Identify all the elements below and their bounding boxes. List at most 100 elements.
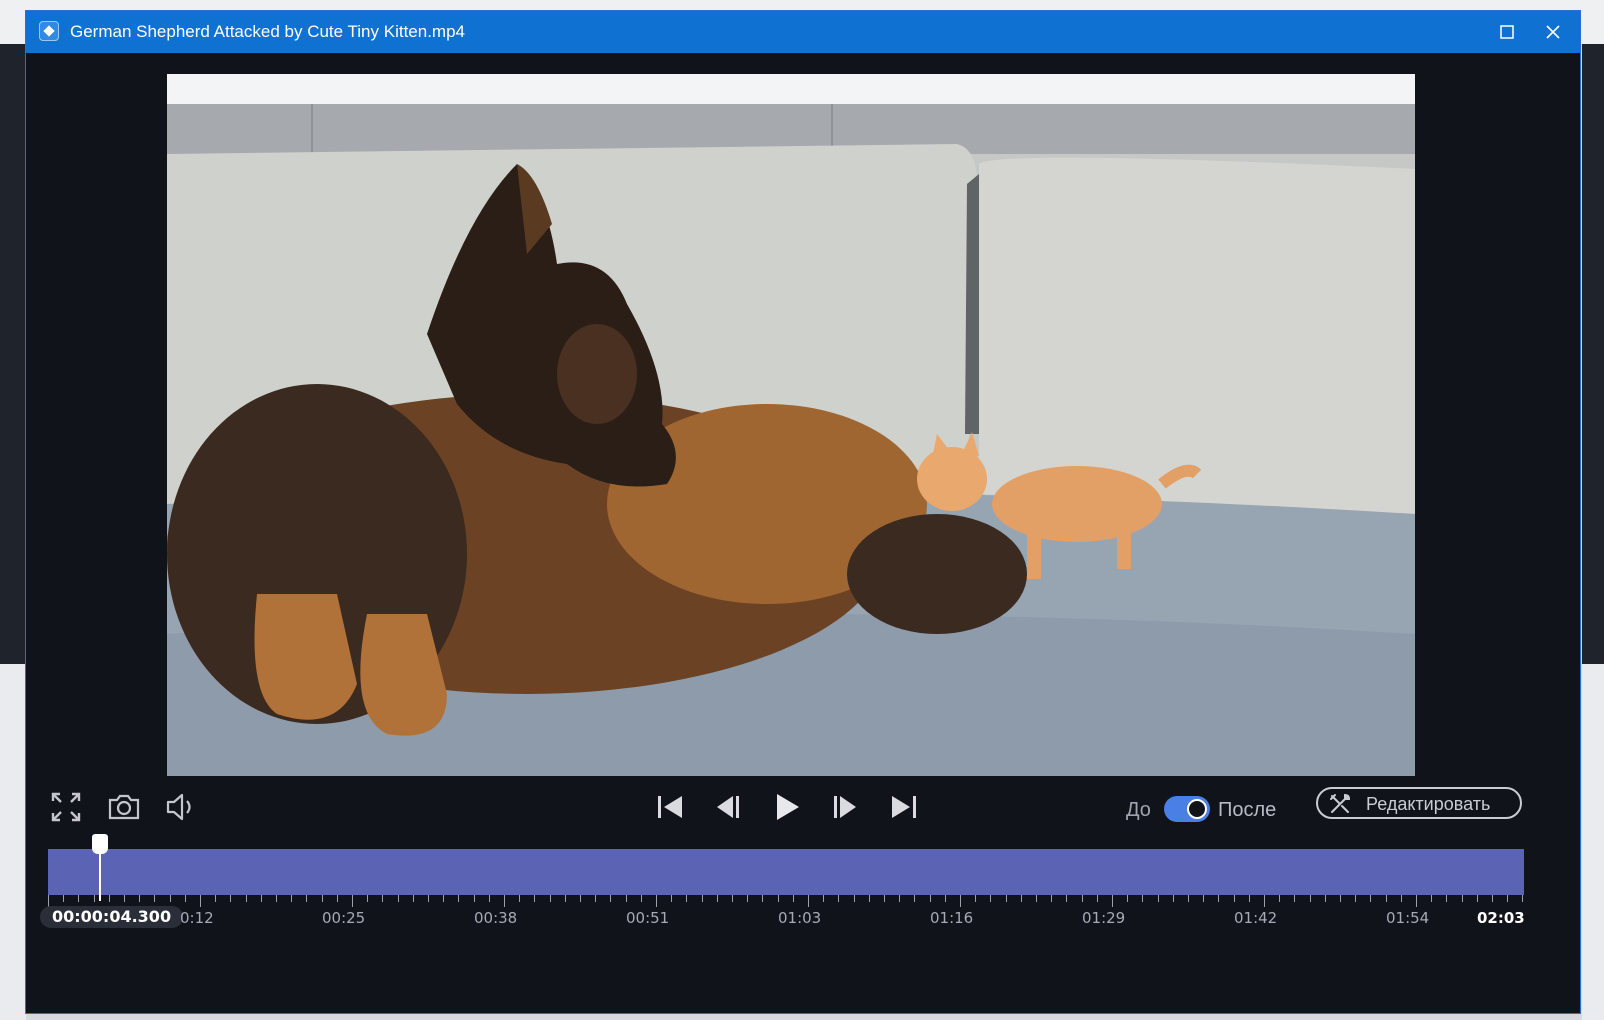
playhead-handle[interactable] bbox=[92, 834, 108, 854]
ruler-tick bbox=[564, 895, 566, 902]
fullscreen-button[interactable] bbox=[48, 789, 84, 825]
close-button[interactable] bbox=[1530, 11, 1576, 53]
timeline-tick-label: 01:29 bbox=[1082, 909, 1126, 927]
ruler-tick bbox=[656, 895, 657, 907]
ruler-tick bbox=[154, 895, 156, 902]
toggle-before-label[interactable]: До bbox=[1126, 799, 1151, 822]
player-window: German Shepherd Attacked by Cute Tiny Ki… bbox=[25, 10, 1581, 1014]
ruler-tick bbox=[732, 895, 733, 902]
skip-to-start-button[interactable] bbox=[652, 789, 688, 825]
previous-frame-button[interactable] bbox=[710, 789, 746, 825]
video-scene bbox=[167, 74, 1415, 776]
ruler-tick bbox=[1112, 895, 1113, 907]
ruler-tick bbox=[944, 895, 946, 902]
title-bar[interactable]: German Shepherd Attacked by Cute Tiny Ki… bbox=[26, 11, 1580, 53]
ruler-tick bbox=[1142, 895, 1144, 902]
timeline-tick-label: 01:42 bbox=[1234, 909, 1278, 927]
ruler-tick bbox=[1081, 895, 1083, 902]
ruler-tick bbox=[412, 895, 414, 902]
screenshot-button[interactable] bbox=[106, 789, 142, 825]
before-after-toggle[interactable] bbox=[1164, 796, 1210, 822]
ruler-tick bbox=[534, 895, 536, 902]
ruler-tick bbox=[853, 895, 855, 902]
ruler-tick bbox=[1492, 895, 1493, 902]
ruler-tick bbox=[1036, 895, 1037, 902]
ruler-tick bbox=[716, 895, 718, 902]
ruler-tick bbox=[549, 895, 551, 902]
video-frame[interactable] bbox=[167, 74, 1415, 776]
ruler-tick bbox=[367, 895, 369, 902]
background-panel-left-lower bbox=[0, 664, 26, 1020]
ruler-tick bbox=[701, 895, 703, 902]
ruler-tick bbox=[823, 895, 825, 902]
ruler-tick bbox=[443, 895, 445, 902]
ruler-tick bbox=[184, 895, 186, 902]
ruler-tick bbox=[990, 895, 992, 902]
volume-button[interactable] bbox=[163, 789, 199, 825]
ruler-tick bbox=[78, 895, 80, 902]
ruler-tick bbox=[169, 895, 171, 902]
maximize-button[interactable] bbox=[1484, 11, 1530, 53]
ruler-tick bbox=[1476, 895, 1478, 902]
background-panel-right bbox=[1582, 44, 1604, 664]
ruler-tick bbox=[808, 895, 809, 907]
ruler-tick bbox=[1355, 895, 1357, 902]
ruler-tick bbox=[1416, 895, 1417, 907]
ruler-tick bbox=[139, 895, 141, 902]
skip-to-end-button[interactable] bbox=[886, 789, 922, 825]
camera-icon bbox=[108, 794, 140, 820]
ruler-tick bbox=[1385, 895, 1387, 902]
toggle-after-label[interactable]: После bbox=[1218, 799, 1276, 822]
ruler-tick bbox=[1051, 895, 1053, 902]
timeline-tick-label: 0:12 bbox=[180, 909, 214, 927]
tools-icon bbox=[1330, 793, 1351, 813]
timeline-tick-label: 00:25 bbox=[322, 909, 366, 927]
skip-start-icon bbox=[658, 796, 682, 818]
ruler-tick bbox=[1461, 895, 1463, 902]
ruler-tick bbox=[1431, 895, 1433, 902]
ruler-tick bbox=[276, 895, 277, 902]
ruler-tick bbox=[1264, 895, 1265, 907]
minimize-button[interactable] bbox=[1421, 11, 1467, 53]
ruler-tick bbox=[975, 895, 977, 902]
ruler-tick bbox=[1188, 895, 1189, 902]
ruler-tick bbox=[777, 895, 779, 902]
ruler-tick bbox=[1005, 895, 1007, 902]
edit-button-label: Редактировать bbox=[1366, 794, 1491, 814]
app-logo-icon bbox=[39, 21, 59, 41]
ruler-tick bbox=[215, 895, 217, 902]
play-button[interactable] bbox=[769, 789, 805, 825]
ruler-tick bbox=[397, 895, 399, 902]
timeline-track[interactable] bbox=[48, 849, 1524, 895]
ruler-tick bbox=[1279, 895, 1281, 902]
ruler-tick bbox=[291, 895, 293, 902]
fullscreen-icon bbox=[51, 792, 81, 822]
ruler-tick bbox=[1248, 895, 1250, 902]
ruler-tick bbox=[352, 895, 353, 907]
ruler-tick bbox=[1218, 895, 1220, 902]
ruler-tick bbox=[1203, 895, 1205, 902]
ruler-tick bbox=[1066, 895, 1068, 902]
ruler-tick bbox=[686, 895, 688, 902]
current-time-display: 00:00:04.300 bbox=[40, 906, 184, 928]
ruler-tick bbox=[458, 895, 460, 902]
edit-button[interactable]: Редактировать bbox=[1316, 787, 1522, 819]
ruler-tick bbox=[1340, 895, 1341, 902]
step-back-icon bbox=[717, 796, 739, 818]
toggle-knob bbox=[1187, 799, 1207, 819]
ruler-tick bbox=[488, 895, 490, 902]
window-title: German Shepherd Attacked by Cute Tiny Ki… bbox=[70, 22, 465, 41]
ruler-tick bbox=[960, 895, 961, 907]
ruler-tick bbox=[762, 895, 764, 902]
ruler-tick bbox=[610, 895, 612, 902]
speaker-icon bbox=[166, 793, 191, 821]
ruler-tick bbox=[306, 895, 308, 902]
timeline-ruler bbox=[48, 895, 1524, 909]
ruler-tick bbox=[580, 895, 581, 902]
ruler-tick bbox=[1157, 895, 1159, 902]
ruler-tick bbox=[1127, 895, 1129, 902]
ruler-tick bbox=[929, 895, 931, 902]
ruler-tick bbox=[671, 895, 673, 902]
ruler-tick bbox=[93, 895, 95, 902]
next-frame-button[interactable] bbox=[827, 789, 863, 825]
